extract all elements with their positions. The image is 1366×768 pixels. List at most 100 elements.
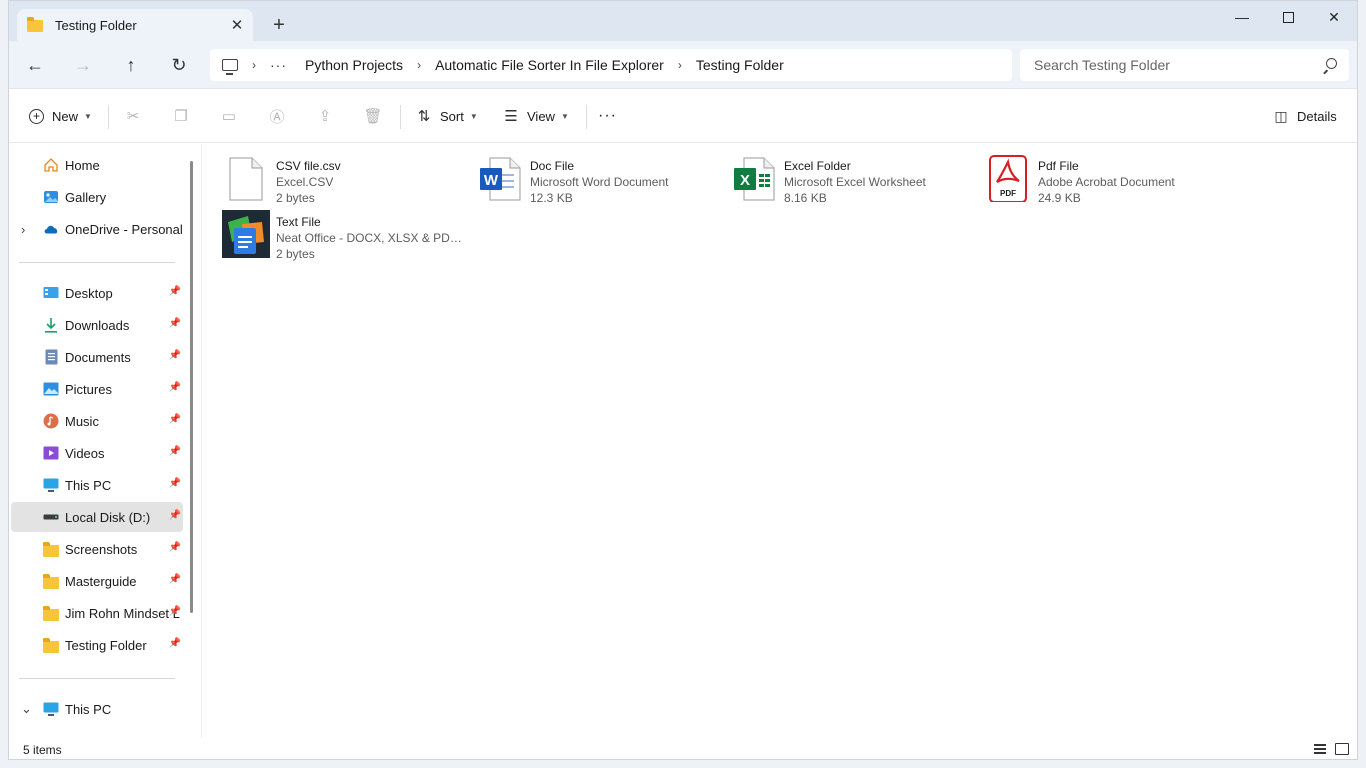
copy-button[interactable]: ❐ <box>173 103 189 129</box>
pin-icon[interactable]: 📌 <box>169 638 181 649</box>
pdf-icon: PDF <box>984 154 1032 203</box>
pin-icon[interactable]: 📌 <box>169 286 181 297</box>
paste-button[interactable]: ▭ <box>221 103 237 129</box>
file-type: Neat Office - DOCX, XLSX & PDF ... <box>276 231 462 245</box>
delete-button[interactable]: 🗑 <box>363 103 383 129</box>
file-type: Excel.CSV <box>276 175 334 189</box>
sidebar-item-pictures[interactable]: Pictures 📌 <box>11 374 183 404</box>
file-item-csv[interactable]: CSV file.csv Excel.CSV 2 bytes <box>220 150 470 205</box>
new-button[interactable]: + New ▼ <box>29 103 92 129</box>
breadcrumb-automatic-file-sorter[interactable]: Automatic File Sorter In File Explorer <box>435 57 664 73</box>
sort-icon: ⇅ <box>417 108 431 125</box>
details-view-button[interactable] <box>1313 743 1327 755</box>
file-item-pdf[interactable]: PDF Pdf File Adobe Acrobat Document 24.9… <box>982 150 1232 205</box>
share-button[interactable]: ⇪ <box>317 103 333 129</box>
breadcrumb-separator[interactable]: › <box>417 58 421 72</box>
sidebar-item-home[interactable]: Home <box>11 150 183 180</box>
breadcrumb-separator[interactable]: › <box>678 58 682 72</box>
sidebar-item-this-pc[interactable]: This PC 📌 <box>11 470 183 500</box>
pin-icon[interactable]: 📌 <box>169 478 181 489</box>
word-icon: W <box>476 154 524 202</box>
sidebar-item-gallery[interactable]: Gallery <box>11 182 183 212</box>
tab-testing-folder[interactable]: Testing Folder ✕ <box>17 9 253 41</box>
new-tab-button[interactable]: + <box>267 13 291 37</box>
sidebar-item-music[interactable]: Music 📌 <box>11 406 183 436</box>
search-box[interactable]: Search Testing Folder <box>1020 49 1349 81</box>
close-tab-icon[interactable]: ✕ <box>227 15 247 35</box>
sidebar-item-local-disk-d[interactable]: Local Disk (D:) 📌 <box>11 502 183 532</box>
command-bar: + New ▼ ✂ ❐ ▭ Ⓐ ⇪ 🗑 ⇅ Sort ▼ ☰ View ▼ ··… <box>9 89 1357 143</box>
sidebar-item-downloads[interactable]: Downloads 📌 <box>11 310 183 340</box>
breadcrumb-separator[interactable]: › <box>252 58 256 72</box>
copy-icon: ❐ <box>174 108 188 125</box>
sidebar-item-label: Local Disk (D:) <box>65 509 151 525</box>
view-button[interactable]: ☰ View ▼ <box>503 103 569 129</box>
disk-icon <box>43 509 59 525</box>
pin-icon[interactable]: 📌 <box>169 510 181 521</box>
chevron-down-icon[interactable]: ⌄ <box>21 701 32 717</box>
sidebar-item-label: Gallery <box>65 189 107 205</box>
pin-icon[interactable]: 📌 <box>169 350 181 361</box>
file-item-excel[interactable]: X Excel Folder Microsoft Excel Worksheet… <box>728 150 978 205</box>
breadcrumb-overflow-button[interactable]: ··· <box>270 57 287 73</box>
more-options-button[interactable]: ··· <box>598 103 617 129</box>
file-name: Doc File <box>530 159 575 173</box>
file-size: 12.3 KB <box>530 191 573 205</box>
close-window-button[interactable]: ✕ <box>1311 1 1357 33</box>
chevron-right-icon[interactable]: › <box>21 222 25 237</box>
pin-icon[interactable]: 📌 <box>169 414 181 425</box>
search-input[interactable]: Search Testing Folder <box>1034 57 1170 73</box>
plus-icon: + <box>29 108 44 124</box>
sidebar-item-desktop[interactable]: Desktop 📌 <box>11 278 183 308</box>
breadcrumb-testing-folder[interactable]: Testing Folder <box>696 57 784 73</box>
sidebar-item-screenshots[interactable]: Screenshots 📌 <box>11 534 183 564</box>
sidebar-item-this-pc-tree[interactable]: ⌄ This PC <box>11 694 183 724</box>
maximize-button[interactable] <box>1265 1 1311 33</box>
pin-icon[interactable]: 📌 <box>169 382 181 393</box>
sidebar-item-label: Masterguide <box>65 573 137 589</box>
minimize-button[interactable]: — <box>1219 1 1265 33</box>
sidebar-item-jim-rohn-mindset[interactable]: Jim Rohn Mindset L 📌 <box>11 598 183 628</box>
back-button[interactable]: ← <box>21 51 49 79</box>
sidebar-item-label: Screenshots <box>65 541 138 557</box>
pin-icon[interactable]: 📌 <box>169 446 181 457</box>
sort-button[interactable]: ⇅ Sort ▼ <box>416 103 478 129</box>
large-icons-view-button[interactable] <box>1335 743 1349 755</box>
forward-button[interactable]: → <box>69 51 97 79</box>
pin-icon[interactable]: 📌 <box>169 542 181 553</box>
file-name: Text File <box>276 215 321 229</box>
trash-icon: 🗑 <box>363 108 383 125</box>
details-pane-button[interactable]: ◫ Details <box>1273 103 1336 129</box>
sidebar-item-videos[interactable]: Videos 📌 <box>11 438 183 468</box>
cut-button[interactable]: ✂ <box>125 103 141 129</box>
chevron-down-icon: ▼ <box>84 111 92 121</box>
scissors-icon: ✂ <box>126 108 140 125</box>
toolbar-divider <box>400 105 401 129</box>
sidebar-item-onedrive[interactable]: › OneDrive - Personal <box>11 214 183 244</box>
sidebar-item-testing-folder[interactable]: Testing Folder 📌 <box>11 630 183 660</box>
rename-button[interactable]: Ⓐ <box>269 103 285 129</box>
pin-icon[interactable]: 📌 <box>169 574 181 585</box>
up-button[interactable]: ↑ <box>117 51 145 79</box>
file-size: 2 bytes <box>276 191 315 205</box>
breadcrumb-python-projects[interactable]: Python Projects <box>305 57 403 73</box>
view-icon: ☰ <box>504 108 518 125</box>
sidebar-item-label: Music <box>65 413 99 429</box>
sidebar-scrollbar[interactable] <box>190 161 193 613</box>
maximize-icon <box>1282 11 1294 23</box>
refresh-button[interactable]: ↻ <box>165 51 193 79</box>
computer-icon[interactable] <box>222 59 238 75</box>
pin-icon[interactable]: 📌 <box>169 318 181 329</box>
sidebar-item-documents[interactable]: Documents 📌 <box>11 342 183 372</box>
downloads-icon <box>43 317 59 333</box>
file-item-doc[interactable]: W Doc File Microsoft Word Document 12.3 … <box>474 150 724 205</box>
file-item-text[interactable]: Text File Neat Office - DOCX, XLSX & PDF… <box>220 206 470 261</box>
sidebar-item-masterguide[interactable]: Masterguide 📌 <box>11 566 183 596</box>
share-icon: ⇪ <box>318 108 332 125</box>
svg-text:W: W <box>484 172 499 189</box>
navigation-bar: ← → ↑ ↻ › ··· Python Projects › Automati… <box>9 41 1357 89</box>
navigation-pane: Home Gallery › OneDrive - Personal Deskt… <box>9 144 201 738</box>
videos-icon <box>43 445 59 461</box>
pin-icon[interactable]: 📌 <box>169 606 181 617</box>
address-bar[interactable]: › ··· Python Projects › Automatic File S… <box>210 49 1012 81</box>
